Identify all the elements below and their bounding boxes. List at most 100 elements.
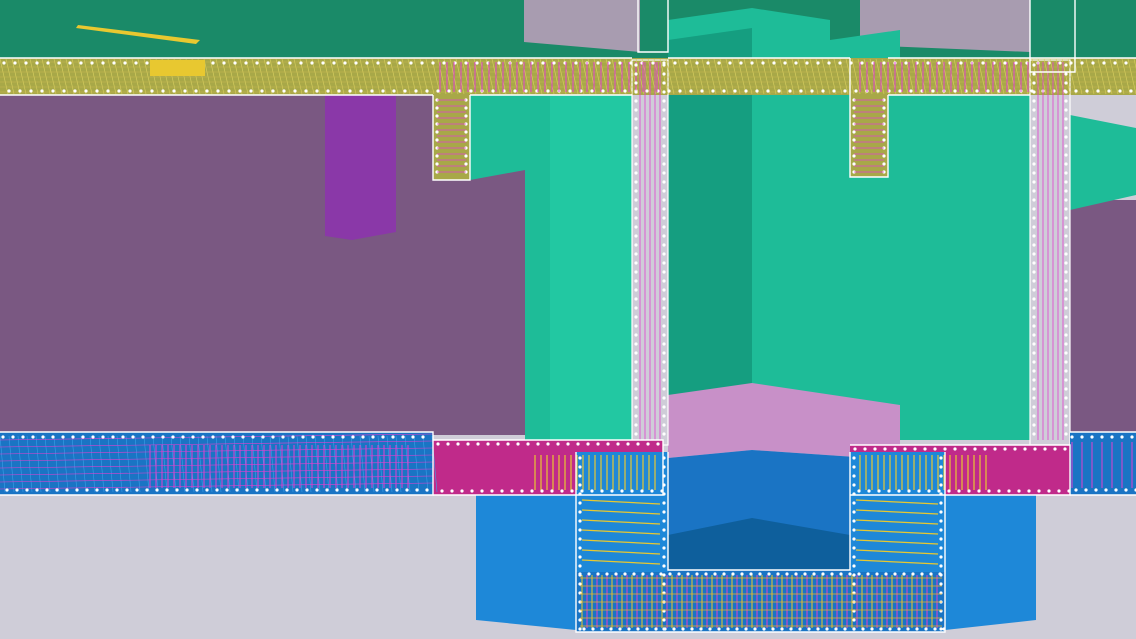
rebar-dot	[662, 279, 666, 283]
rebar-dot	[884, 572, 888, 576]
rebar-dot	[337, 89, 341, 93]
rebar-dot	[662, 360, 666, 364]
rebar-dot	[662, 618, 666, 622]
rebar-dot	[576, 442, 580, 446]
rebar-dot	[1032, 189, 1036, 193]
rebar-dot	[442, 61, 446, 65]
rebar-dot	[560, 489, 564, 493]
rebar-dot	[95, 488, 99, 492]
rebar-dot	[852, 114, 856, 118]
rebar-dot	[431, 61, 435, 65]
rebar-dot	[578, 627, 582, 631]
rebar-dot	[305, 488, 309, 492]
rebar-dot	[365, 61, 369, 65]
rebar-dot	[852, 483, 856, 487]
rebar-dot	[937, 489, 941, 493]
rebar-dot	[435, 162, 439, 166]
rebar-dot	[415, 488, 419, 492]
rebar-dot	[704, 572, 708, 576]
rebar-dot	[65, 488, 69, 492]
rebar-dot	[411, 435, 415, 439]
rebar-dot	[1032, 207, 1036, 211]
rebar-dot	[582, 627, 586, 631]
rebar-dot	[662, 63, 666, 67]
rebar-dot	[530, 489, 534, 493]
rebar-dot	[161, 89, 165, 93]
rebar-dot	[381, 89, 385, 93]
rebar-dot	[641, 572, 645, 576]
rebar-dot	[939, 528, 943, 532]
rebar-dot	[105, 488, 109, 492]
rebar-dot	[464, 154, 468, 158]
rebar-dot	[1064, 270, 1068, 274]
rebar-dot	[634, 144, 638, 148]
rebar-dot	[667, 89, 671, 93]
rebar-dot	[332, 61, 336, 65]
rebar-dot	[578, 501, 582, 505]
rebar-dot	[123, 61, 127, 65]
rebar-dot	[497, 61, 501, 65]
rebar-dot	[596, 572, 600, 576]
rebar-dot	[343, 61, 347, 65]
rebar-dot	[221, 435, 225, 439]
rebar-dot	[1064, 432, 1068, 436]
rebar-dot	[1064, 117, 1068, 121]
rebar-dot	[578, 618, 582, 622]
rebar-dot	[1064, 351, 1068, 355]
rebar-dot	[783, 61, 787, 65]
rebar-dot	[1032, 432, 1036, 436]
rebar-dot	[1032, 261, 1036, 265]
3d-rebar-model-view[interactable]	[0, 0, 1136, 639]
rebar-dot	[1064, 72, 1068, 76]
rebar-dot	[285, 488, 289, 492]
rebar-dot	[662, 333, 666, 337]
rebar-dot	[623, 89, 627, 93]
rebar-dot	[61, 435, 65, 439]
rebar-dot	[852, 573, 856, 577]
rebar-dot	[1064, 189, 1068, 193]
rebar-dot	[939, 555, 943, 559]
rebar-dot	[634, 171, 638, 175]
rebar-dot	[1, 435, 5, 439]
rebar-dot	[421, 435, 425, 439]
rebar-dot	[21, 435, 25, 439]
rebar-dot	[385, 488, 389, 492]
rebar-dot	[877, 489, 881, 493]
rebar-dot	[830, 572, 834, 576]
rebar-dot	[939, 483, 943, 487]
rebar-dot	[566, 442, 570, 446]
rebar-dot	[73, 89, 77, 93]
rebar-dot	[857, 572, 861, 576]
rebar-dot	[852, 456, 856, 460]
rebar-dot	[939, 627, 943, 631]
rebar-dot	[35, 488, 39, 492]
rebar-dot	[1047, 489, 1051, 493]
rebar-dot	[436, 89, 440, 93]
rebar-dot	[91, 435, 95, 439]
rebar-dot	[662, 270, 666, 274]
rebar-dot	[957, 489, 961, 493]
rebar-dot	[931, 89, 935, 93]
rebar-dot	[1094, 488, 1098, 492]
rebar-dot	[852, 528, 856, 532]
rebar-dot	[550, 489, 554, 493]
model-viewport[interactable]	[0, 0, 1136, 639]
rebar-dot	[662, 405, 666, 409]
rebar-dot	[852, 555, 856, 559]
rebar-dot	[440, 489, 444, 493]
rebar-dot	[205, 488, 209, 492]
rebar-dot	[803, 572, 807, 576]
rebar-dot	[634, 261, 638, 265]
rebar-dot	[939, 582, 943, 586]
rebar-dot	[708, 627, 712, 631]
rebar-dot	[662, 171, 666, 175]
rebar-dot	[1091, 61, 1095, 65]
rebar-dot	[662, 564, 666, 568]
rebar-dot	[852, 537, 856, 541]
rebar-dot	[744, 627, 748, 631]
rebar-dot	[41, 435, 45, 439]
rebar-dot	[662, 537, 666, 541]
rebar-dot	[662, 342, 666, 346]
rebar-dot	[81, 435, 85, 439]
rebar-dot	[634, 342, 638, 346]
